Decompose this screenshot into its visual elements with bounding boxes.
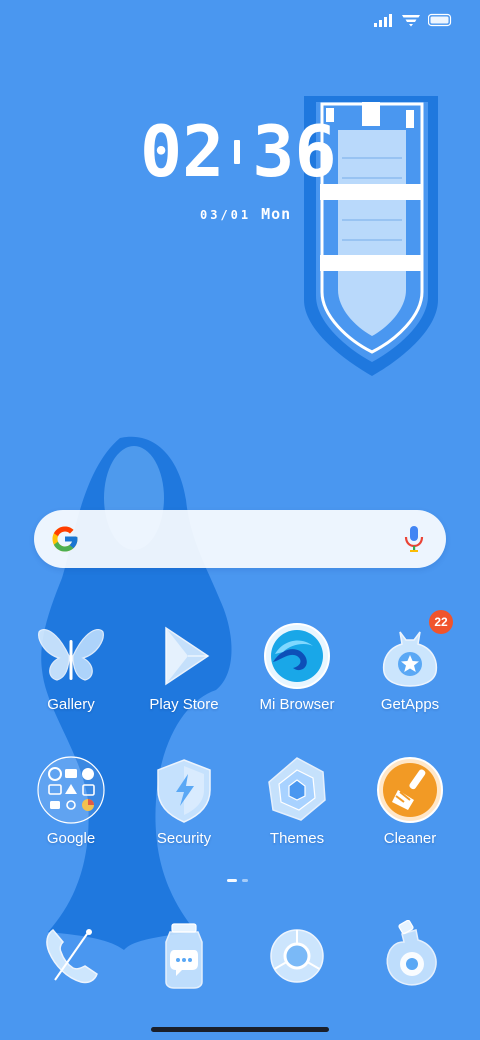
- app-cleaner[interactable]: Cleaner: [353, 754, 467, 847]
- signal-icon: [374, 13, 394, 32]
- google-folder-icon: [35, 754, 107, 826]
- app-label: Google: [46, 830, 96, 847]
- broom-icon: [374, 754, 446, 826]
- clock-hours: 02: [140, 111, 225, 193]
- app-mi-browser[interactable]: Mi Browser: [240, 620, 354, 713]
- shield-bolt-icon: [148, 754, 220, 826]
- day-text: Mon: [261, 205, 292, 223]
- app-play-store[interactable]: Play Store: [127, 620, 241, 713]
- app-getapps[interactable]: 22 GetApps: [353, 610, 467, 713]
- battery-icon: [427, 13, 452, 32]
- app-google-folder[interactable]: Google: [14, 754, 128, 847]
- clock-widget[interactable]: 02 36: [140, 112, 350, 192]
- dock-phone[interactable]: [14, 920, 128, 992]
- app-label: Security: [156, 830, 212, 847]
- app-themes[interactable]: Themes: [240, 754, 354, 847]
- date-text: 03/01: [200, 208, 252, 222]
- page-dot: [242, 879, 248, 882]
- app-label: GetApps: [380, 696, 440, 713]
- dock-camera[interactable]: [353, 920, 467, 992]
- page-indicator[interactable]: [227, 879, 248, 882]
- app-label: Gallery: [47, 696, 95, 713]
- date-widget: 03/01 Mon: [200, 205, 291, 223]
- home-screen: 02 36 03/01 Mon Gallery Play Store Mi Br…: [0, 0, 480, 1040]
- chrome-icon: [261, 920, 333, 992]
- google-g-icon: [50, 524, 80, 559]
- status-bar: [374, 10, 452, 34]
- play-triangle-icon: [148, 620, 220, 692]
- google-search-bar[interactable]: [34, 510, 446, 568]
- dock: [0, 920, 480, 990]
- clock-minutes: 36: [252, 111, 337, 193]
- wifi-icon: [402, 13, 420, 32]
- app-gallery[interactable]: Gallery: [14, 620, 128, 713]
- butterfly-icon: [35, 620, 107, 692]
- wave-globe-icon: [261, 620, 333, 692]
- home-indicator[interactable]: [151, 1027, 329, 1032]
- app-security[interactable]: Security: [127, 754, 241, 847]
- spiral-crystal-icon: [261, 754, 333, 826]
- clock-separator: [234, 140, 241, 164]
- app-label: Themes: [269, 830, 325, 847]
- notification-badge: 22: [429, 610, 453, 634]
- camera-bottle-icon: [374, 920, 446, 992]
- page-dot-active: [227, 879, 237, 882]
- app-label: Mi Browser: [259, 696, 335, 713]
- dock-messages[interactable]: [127, 920, 241, 992]
- app-label: Play Store: [149, 696, 219, 713]
- app-label: Cleaner: [383, 830, 437, 847]
- phone-icon: [35, 920, 107, 992]
- messages-jar-icon: [148, 920, 220, 992]
- dock-chrome[interactable]: [240, 920, 354, 992]
- microphone-icon[interactable]: [404, 525, 424, 558]
